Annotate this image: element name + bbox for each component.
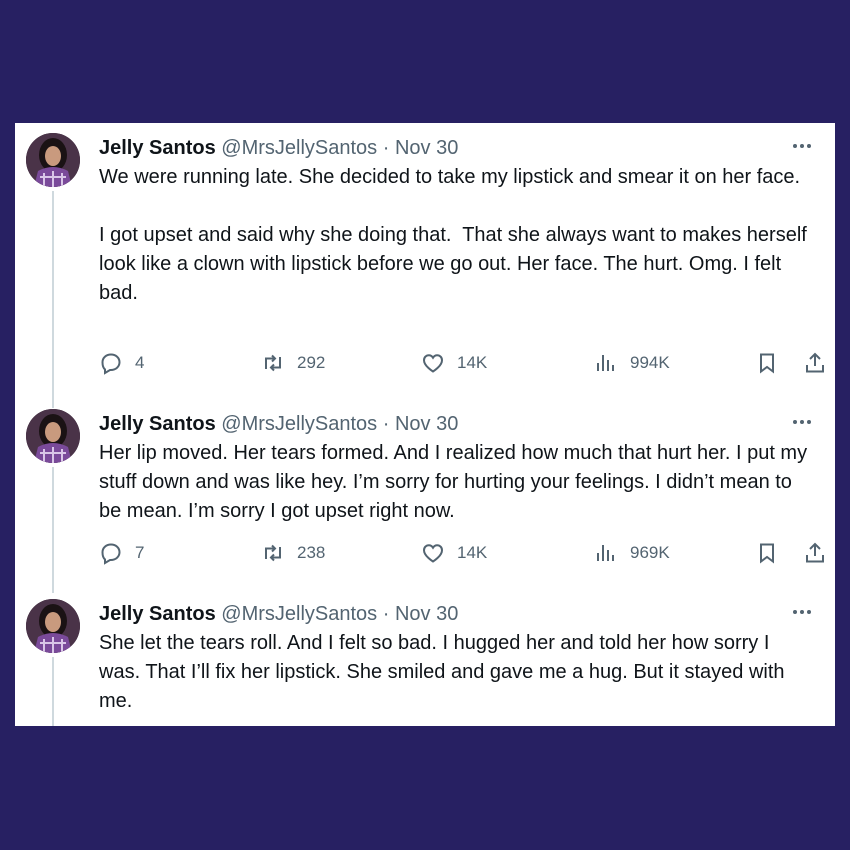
views-button[interactable]: 994K — [594, 349, 670, 377]
tweet-date[interactable]: Nov 30 — [395, 137, 458, 159]
retweet-icon — [265, 354, 281, 372]
author-handle[interactable]: @MrsJellySantos — [221, 137, 377, 159]
separator: · — [382, 603, 390, 625]
reply-icon — [101, 353, 121, 375]
avatar[interactable] — [26, 133, 80, 187]
author-handle[interactable]: @MrsJellySantos — [221, 603, 377, 625]
repost-button[interactable]: 238 — [261, 539, 325, 567]
tweet[interactable]: Jelly Santos @MrsJellySantos · Nov 30 He… — [15, 399, 835, 589]
reply-count: 4 — [135, 353, 145, 372]
bookmark-button[interactable] — [755, 349, 779, 377]
repost-count: 292 — [297, 353, 326, 372]
tweet-header: Jelly Santos @MrsJellySantos · Nov 30 — [99, 601, 458, 627]
reply-button[interactable]: 4 — [99, 349, 144, 377]
more-icon[interactable] — [791, 415, 813, 429]
like-count: 14K — [457, 543, 488, 562]
views-button[interactable]: 969K — [594, 539, 670, 567]
author-name[interactable]: Jelly Santos — [99, 137, 216, 159]
author-handle[interactable]: @MrsJellySantos — [221, 413, 377, 435]
author-name[interactable]: Jelly Santos — [99, 603, 216, 625]
views-count: 994K — [630, 353, 670, 372]
tweet-date[interactable]: Nov 30 — [395, 413, 458, 435]
like-button[interactable]: 14K — [421, 349, 487, 377]
tweet-text: Her lip moved. Her tears formed. And I r… — [99, 442, 813, 522]
tweet[interactable]: Jelly Santos @MrsJellySantos · Nov 30 Sh… — [15, 589, 835, 726]
reply-button[interactable]: 7 — [99, 539, 144, 567]
tweet-text: We were running late. She decided to tak… — [99, 166, 807, 304]
views-icon — [597, 545, 614, 561]
like-icon — [422, 354, 444, 373]
repost-button[interactable]: 292 — [261, 349, 325, 377]
author-name[interactable]: Jelly Santos — [99, 413, 216, 435]
retweet-icon — [265, 544, 281, 562]
reply-icon — [101, 543, 121, 565]
more-icon[interactable] — [791, 605, 813, 619]
views-icon — [597, 355, 614, 371]
bookmark-button[interactable] — [755, 539, 779, 567]
avatar[interactable] — [26, 409, 80, 463]
like-button[interactable]: 14K — [421, 539, 487, 567]
tweet-actions: 7 238 14K 969K — [99, 539, 824, 567]
bookmark-icon — [760, 353, 774, 374]
thread-card: Jelly Santos @MrsJellySantos · Nov 30 We… — [15, 123, 835, 726]
repost-count: 238 — [297, 543, 326, 562]
tweet-header: Jelly Santos @MrsJellySantos · Nov 30 — [99, 135, 458, 161]
tweet-header: Jelly Santos @MrsJellySantos · Nov 30 — [99, 411, 458, 437]
share-icon — [806, 352, 824, 373]
tweet-actions: 4 292 14K 994K — [99, 349, 824, 377]
share-button[interactable] — [803, 349, 827, 377]
separator: · — [382, 413, 390, 435]
tweet-text: She let the tears roll. And I felt so ba… — [99, 632, 791, 712]
views-count: 969K — [630, 543, 670, 562]
like-icon — [422, 544, 444, 563]
separator: · — [382, 137, 390, 159]
avatar[interactable] — [26, 599, 80, 653]
like-count: 14K — [457, 353, 488, 372]
share-icon — [806, 542, 824, 563]
more-icon[interactable] — [791, 139, 813, 153]
reply-count: 7 — [135, 543, 145, 562]
bookmark-icon — [760, 543, 774, 564]
tweet-date[interactable]: Nov 30 — [395, 603, 458, 625]
tweet[interactable]: Jelly Santos @MrsJellySantos · Nov 30 We… — [15, 123, 835, 393]
share-button[interactable] — [803, 539, 827, 567]
